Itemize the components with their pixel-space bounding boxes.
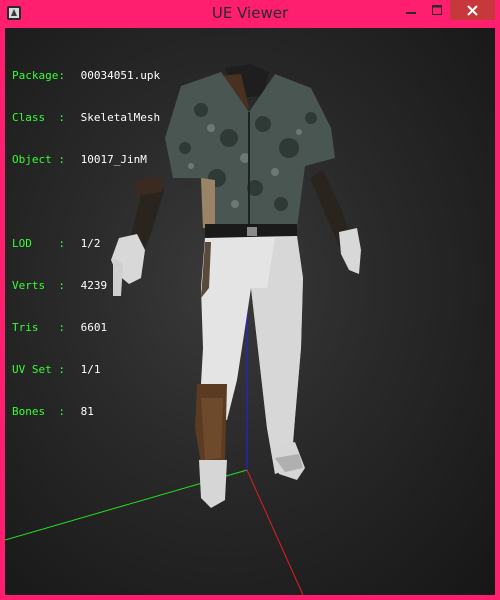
info-row-class: Class : SkeletalMesh bbox=[12, 111, 160, 125]
bones-value: 81 bbox=[80, 405, 94, 418]
bones-label: Bones : bbox=[12, 405, 65, 418]
tris-label: Tris : bbox=[12, 321, 65, 334]
mesh-info-panel: Package: 00034051.upk Class : SkeletalMe… bbox=[12, 41, 160, 447]
lod-label: LOD : bbox=[12, 237, 65, 250]
package-label: Package: bbox=[12, 69, 65, 82]
info-row-object: Object : 10017_JinM bbox=[12, 153, 160, 167]
info-row-package: Package: 00034051.upk bbox=[12, 69, 160, 83]
close-icon bbox=[467, 4, 478, 16]
lod-value: 1/2 bbox=[80, 237, 101, 250]
maximize-icon bbox=[432, 5, 442, 15]
info-spacer bbox=[12, 195, 160, 209]
minimize-icon bbox=[406, 12, 416, 14]
object-label: Object : bbox=[12, 153, 65, 166]
info-row-verts: Verts : 4239 bbox=[12, 279, 160, 293]
info-row-bones: Bones : 81 bbox=[12, 405, 160, 419]
title-bar[interactable]: UE Viewer bbox=[0, 0, 500, 28]
close-button[interactable] bbox=[450, 0, 495, 20]
package-value: 00034051.upk bbox=[80, 69, 161, 82]
verts-value: 4239 bbox=[80, 279, 108, 292]
uvset-label: UV Set : bbox=[12, 363, 65, 376]
object-value: 10017_JinM bbox=[80, 153, 147, 166]
class-value: SkeletalMesh bbox=[80, 111, 161, 124]
info-row-tris: Tris : 6601 bbox=[12, 321, 160, 335]
verts-label: Verts : bbox=[12, 279, 65, 292]
tris-value: 6601 bbox=[80, 321, 108, 334]
class-label: Class : bbox=[12, 111, 65, 124]
ue-viewer-window: UE Viewer Package: 00034051.upk Class: … bbox=[0, 0, 500, 600]
info-row-uvset: UV Set : 1/1 bbox=[12, 363, 160, 377]
minimize-button[interactable] bbox=[398, 0, 424, 20]
uvset-value: 1/1 bbox=[80, 363, 101, 376]
axis-x-red bbox=[246, 469, 304, 595]
info-row-lod: LOD : 1/2 bbox=[12, 237, 160, 251]
maximize-button[interactable] bbox=[424, 0, 450, 20]
3d-viewport[interactable]: Package: 00034051.upk Class : SkeletalMe… bbox=[5, 28, 495, 595]
